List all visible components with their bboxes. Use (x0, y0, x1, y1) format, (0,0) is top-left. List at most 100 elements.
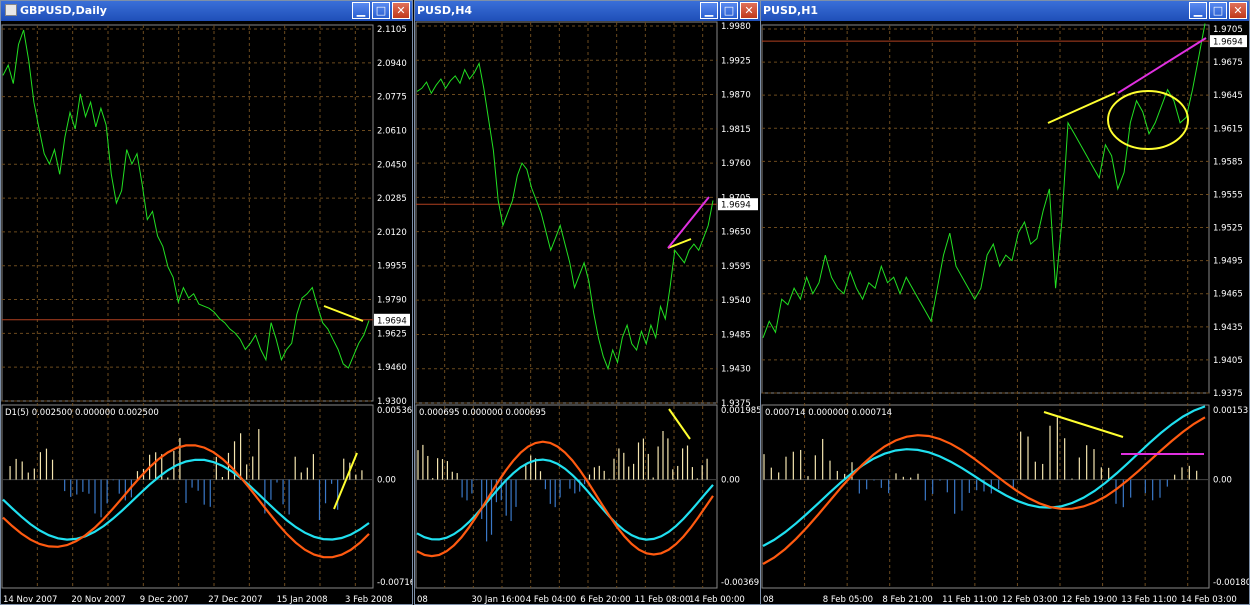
time-axis-label: 4 Feb 04:00 (526, 595, 576, 605)
close-button[interactable]: ✕ (392, 2, 410, 19)
price-tick-label: 1.9555 (1213, 190, 1243, 200)
price-tick-label: 1.9925 (721, 56, 751, 66)
minimize-button[interactable]: ▁ (700, 2, 718, 19)
price-tick-label: 2.0450 (377, 160, 407, 170)
price-tick-label: 1.9485 (721, 330, 751, 340)
price-tick-label: 1.9465 (1213, 290, 1243, 300)
indicator-tick-label: -0.00180 (1213, 578, 1249, 588)
indicator-header: D1(5) 0.002500 0.000000 0.002500 (5, 408, 159, 418)
price-panel-frame (761, 24, 1210, 394)
chart-canvas[interactable]: 1.9705 1.9675 1.9645 1.9615 1.9585 1.9555 1.95… (761, 21, 1249, 605)
price-tick-label: 1.9760 (721, 159, 751, 169)
maximize-button[interactable]: □ (372, 2, 390, 19)
trendline-annotation (323, 305, 364, 322)
price-tick-label: 1.9460 (377, 363, 407, 373)
chart-window-daily[interactable]: GBPUSD,Daily ▁ □ ✕ 2.1105 2.0940 2.0775 2.0… (0, 0, 413, 605)
chart-window-icon (5, 4, 17, 16)
time-axis-label: 20 Nov 2007 (71, 595, 125, 605)
price-tick-label: 1.9595 (721, 262, 751, 272)
indicator-tick-label: 0.00 (1213, 476, 1232, 486)
minimize-button[interactable]: ▁ (352, 2, 370, 19)
close-button[interactable]: ✕ (1229, 2, 1247, 19)
price-tick-label: 1.9815 (721, 125, 751, 135)
price-tick-label: 1.9525 (1213, 224, 1243, 234)
price-tick-label: 1.9435 (1213, 323, 1243, 333)
chart-canvas[interactable]: 2.1105 2.0940 2.0775 2.0610 2.0450 2.0285 2.01… (1, 21, 412, 605)
indicator-tick-label: 0.00153 (1213, 406, 1248, 416)
price-tick-label: 1.9625 (377, 329, 407, 339)
time-axis-label: 14 Feb 03:00 (1181, 595, 1237, 605)
time-axis-label: 12 Feb 03:00 (1002, 595, 1058, 605)
indicator-signal-line-orange (416, 440, 714, 558)
price-line-series (762, 23, 1206, 338)
price-tick-label: 1.9705 (1213, 25, 1243, 35)
price-tick-label: 1.9375 (1213, 389, 1243, 399)
highlight-ellipse-annotation (1107, 90, 1189, 150)
chart-window-h1[interactable]: PUSD,H1 ▁ □ ✕ 1.9705 1.9675 1.9645 1.9615 1.… (760, 0, 1250, 605)
time-axis-label: 11 Feb 08:00 (635, 595, 691, 605)
price-tick-label: 2.0610 (377, 126, 407, 136)
time-axis-label: 08 (763, 595, 774, 605)
current-price-label: 1.9694 (721, 201, 751, 211)
maximize-button[interactable]: □ (720, 2, 738, 19)
price-tick-label: 1.9430 (721, 365, 751, 375)
price-tick-label: 2.1105 (377, 25, 407, 35)
indicator-header: 0.000695 0.000000 0.000695 (419, 408, 546, 418)
trendline-annotation (1043, 411, 1124, 438)
indicator-header: 0.000714 0.000000 0.000714 (765, 408, 892, 418)
window-title: GBPUSD,Daily (20, 4, 107, 17)
current-price-label: 1.9694 (377, 316, 407, 326)
time-axis-label: 08 (417, 595, 428, 605)
chart-canvas[interactable]: 1.99801.99251.98701.98151.97601.97051.96… (415, 21, 760, 605)
minimize-button[interactable]: ▁ (1189, 2, 1207, 19)
price-panel-frame (1, 24, 374, 402)
window-titlebar[interactable]: PUSD,H1 ▁ □ ✕ (761, 1, 1249, 21)
indicator-tick-label: 0.00536 (377, 406, 412, 416)
window-title: PUSD,H4 (417, 4, 473, 17)
indicator-tick-label: -0.00716 (377, 578, 412, 588)
price-tick-label: 1.9540 (721, 296, 751, 306)
time-axis-label: 27 Dec 2007 (208, 595, 262, 605)
time-axis-label: 8 Feb 05:00 (823, 595, 873, 605)
indicator-tick-label: 0.00 (721, 476, 740, 486)
current-price-label: 1.9694 (1213, 38, 1243, 48)
price-tick-label: 1.9645 (1213, 91, 1243, 101)
time-axis-label: 6 Feb 20:00 (580, 595, 630, 605)
trendline-annotation (1047, 92, 1116, 124)
price-tick-label: 1.9675 (1213, 58, 1243, 68)
window-titlebar[interactable]: GBPUSD,Daily ▁ □ ✕ (1, 1, 412, 21)
indicator-panel-frame (1, 404, 374, 589)
trendline-annotation (1117, 37, 1207, 94)
time-axis-label: 14 Nov 2007 (3, 595, 57, 605)
price-tick-label: 1.9955 (377, 262, 407, 272)
chart-window-h4[interactable]: PUSD,H4 ▁ □ ✕ 1.9980 1.9925 1.9870 1.9815 1.… (414, 0, 761, 605)
price-tick-label: 1.9870 (721, 91, 751, 101)
window-titlebar[interactable]: PUSD,H4 ▁ □ ✕ (415, 1, 760, 21)
price-tick-label: 2.0775 (377, 93, 407, 103)
close-button[interactable]: ✕ (740, 2, 758, 19)
price-tick-label: 1.9790 (377, 296, 407, 306)
price-line-series (416, 61, 714, 371)
price-tick-label: 1.9615 (1213, 124, 1243, 134)
time-axis-label: 11 Feb 11:00 (942, 595, 998, 605)
price-tick-label: 1.9405 (1213, 356, 1243, 366)
indicator-tick-label: 0.001985 (721, 406, 760, 416)
price-tick-label: 2.0940 (377, 59, 407, 69)
time-axis-label: 15 Jan 2008 (277, 595, 328, 605)
price-tick-label: 1.9650 (721, 228, 751, 238)
price-line-series (2, 29, 370, 369)
indicator-panel-frame (415, 404, 718, 589)
indicator-signal-line-cyan (416, 458, 714, 541)
window-title: PUSD,H1 (763, 4, 819, 17)
indicator-tick-label: -0.00369 (721, 578, 759, 588)
time-axis-label: 8 Feb 21:00 (882, 595, 932, 605)
price-tick-label: 1.9495 (1213, 257, 1243, 267)
time-axis-label: 3 Feb 2008 (345, 595, 393, 605)
price-tick-label: 1.9980 (721, 22, 751, 32)
maximize-button[interactable]: □ (1209, 2, 1227, 19)
indicator-panel-frame (761, 404, 1210, 589)
price-tick-label: 1.9585 (1213, 157, 1243, 167)
time-axis-label: 12 Feb 19:00 (1062, 595, 1118, 605)
time-axis-label: 30 Jan 16:00 (471, 595, 525, 605)
indicator-tick-label: 0.00 (377, 476, 396, 486)
